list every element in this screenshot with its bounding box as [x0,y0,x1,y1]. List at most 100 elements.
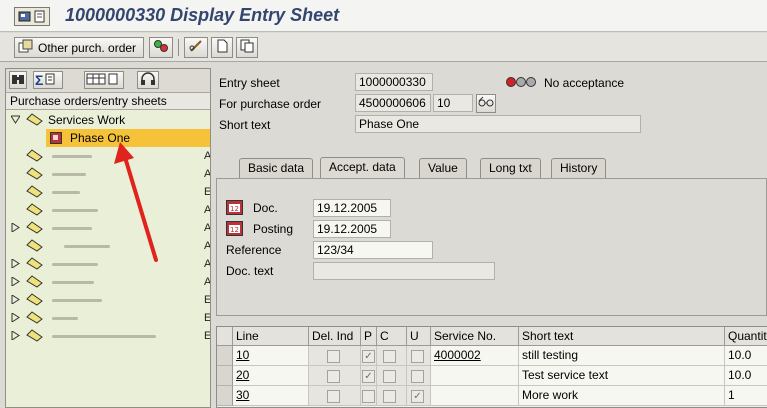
table-cell-short-text[interactable]: More work [519,386,725,406]
expand-down-icon[interactable] [11,115,20,124]
p-checkbox[interactable] [362,390,375,403]
annotation-arrow [114,142,158,262]
expand-right-icon[interactable] [11,295,20,304]
new-document-button[interactable] [211,37,233,58]
tree-item[interactable]: E [6,183,210,201]
expand-right-icon[interactable] [11,277,20,286]
p-checkbox[interactable]: ✓ [362,370,375,383]
headset-icon [140,71,156,89]
table-cell-u [407,346,431,366]
table-cell-short-text[interactable]: still testing [519,346,725,366]
service-order-icon [26,203,43,216]
col-header-service-no[interactable]: Service No. [431,327,519,346]
acceptance-status: No acceptance [544,76,625,90]
accept-data-tab-content: 12 Doc. 19.12.2005 12 Posting 19.12.2005… [216,178,767,316]
po-item-field[interactable]: 10 [433,94,473,112]
status-lights-button[interactable] [149,37,173,58]
toolbar-separator [178,39,179,56]
layout-button[interactable] [84,71,124,89]
tab-accept-data[interactable]: Accept. data [320,157,405,179]
u-checkbox[interactable] [411,350,424,363]
document-icon [33,10,46,23]
table-cell-c [377,386,407,406]
tab-value[interactable]: Value [419,158,467,178]
col-header-quantity[interactable]: Quantity [725,327,767,346]
col-header-u[interactable]: U [407,327,431,346]
table-cell-p: ✓ [361,366,377,386]
menu-icon [18,10,31,23]
table-cell-quantity[interactable]: 1 [725,386,767,406]
del-ind-checkbox[interactable] [327,390,340,403]
table-cell-service-no[interactable] [431,386,519,406]
tree-item[interactable]: A [6,165,210,183]
table-cell-line[interactable]: 20 [233,366,309,386]
other-purch-order-button[interactable]: Other purch. order [14,37,144,58]
binoculars-button[interactable] [9,71,27,89]
col-header-del-ind[interactable]: Del. Ind [309,327,361,346]
u-checkbox[interactable]: ✓ [411,390,424,403]
po-field[interactable]: 4500000606 [355,94,431,112]
p-checkbox[interactable]: ✓ [362,350,375,363]
new-page-icon [215,39,229,56]
svg-text:12: 12 [230,205,239,213]
col-header-c[interactable]: C [377,327,407,346]
system-menu-button[interactable] [14,7,50,26]
short-text-field[interactable]: Phase One [355,115,641,133]
service-order-icon [26,329,43,342]
c-checkbox[interactable] [383,350,396,363]
tree-item[interactable]: A [6,237,210,255]
tree-item[interactable]: A [6,147,210,165]
select-all-cell[interactable] [217,327,233,346]
c-checkbox[interactable] [383,370,396,383]
tree-item[interactable]: A [6,219,210,237]
headset-button[interactable] [137,71,159,89]
table-cell-service-no[interactable] [431,366,519,386]
tree-item[interactable]: A [6,255,210,273]
tree-item[interactable]: E [6,327,210,345]
posting-date-field[interactable]: 19.12.2005 [313,220,391,238]
del-ind-checkbox[interactable] [327,370,340,383]
tree-header: Purchase orders/entry sheets [6,93,210,110]
doc-text-field[interactable] [313,262,495,280]
service-order-icon [26,239,43,252]
display-po-button[interactable] [476,94,496,113]
col-header-p[interactable]: P [361,327,377,346]
service-order-icon [26,167,43,180]
expand-right-icon[interactable] [11,331,20,340]
reference-field[interactable]: 123/34 [313,241,433,259]
entry-sheet-field[interactable]: 1000000330 [355,73,433,91]
table-cell-quantity[interactable]: 10.0 [725,346,767,366]
row-selector[interactable] [217,346,233,366]
row-selector[interactable] [217,366,233,386]
expand-right-icon[interactable] [11,259,20,268]
page-title: 1000000330 Display Entry Sheet [65,5,340,25]
expand-right-icon[interactable] [11,223,20,232]
tab-long-text[interactable]: Long txt [480,158,541,178]
tree-item[interactable]: E [6,291,210,309]
table-cell-short-text[interactable]: Test service text [519,366,725,386]
copy-document-button[interactable] [236,37,258,58]
col-header-short-text[interactable]: Short text [519,327,725,346]
tree-root-services-work[interactable]: Services Work [6,111,208,129]
tree-item[interactable]: A [6,273,210,291]
col-header-line[interactable]: Line [233,327,309,346]
tab-basic-data[interactable]: Basic data [239,158,314,178]
expand-right-icon[interactable] [11,313,20,322]
row-selector[interactable] [217,386,233,406]
doc-date-field[interactable]: 19.12.2005 [313,199,391,217]
table-cell-quantity[interactable]: 10.0 [725,366,767,386]
table-cell-service-no[interactable]: 4000002 [431,346,519,366]
tab-history[interactable]: History [551,158,607,178]
sum-button[interactable]: Σ [33,71,63,89]
table-cell-line[interactable]: 30 [233,386,309,406]
del-ind-checkbox[interactable] [327,350,340,363]
calendar-icon: 12 [226,200,243,215]
tree-item[interactable]: A [6,201,210,219]
tree-item[interactable]: E [6,309,210,327]
display-change-button[interactable] [184,37,208,58]
c-checkbox[interactable] [383,390,396,403]
copy-icon [240,39,254,56]
table-cell-line[interactable]: 10 [233,346,309,366]
u-checkbox[interactable] [411,370,424,383]
service-order-icon [26,311,43,324]
